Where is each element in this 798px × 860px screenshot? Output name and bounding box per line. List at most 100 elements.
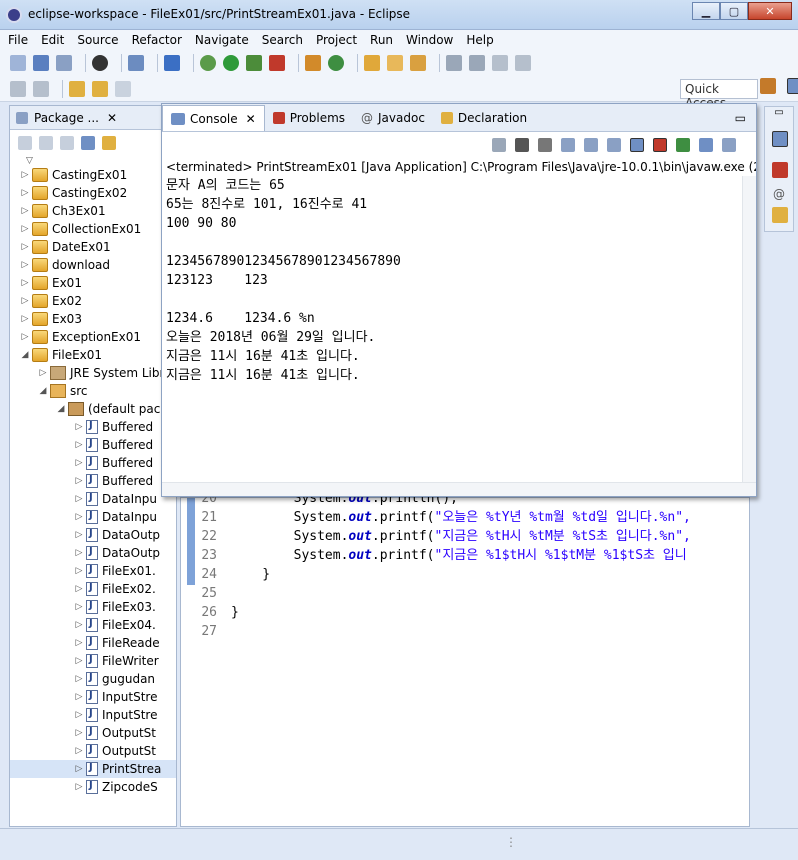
scroll-lock-icon[interactable] bbox=[584, 138, 598, 152]
pin-console-icon[interactable] bbox=[676, 138, 690, 152]
console-icon[interactable] bbox=[772, 131, 788, 147]
expand-arrow-icon[interactable]: ▷ bbox=[20, 170, 30, 180]
collapse-all-icon[interactable] bbox=[81, 136, 95, 150]
tree-item[interactable]: ▷ DataInpu bbox=[10, 508, 176, 526]
restore-icon[interactable]: ▭ bbox=[765, 107, 793, 125]
menu-project[interactable]: Project bbox=[316, 33, 357, 47]
next-annotation-icon[interactable] bbox=[10, 80, 26, 97]
up-icon[interactable] bbox=[60, 136, 74, 150]
back-icon[interactable] bbox=[18, 136, 32, 150]
tree-item[interactable]: ▷ CollectionEx01 bbox=[10, 220, 176, 238]
word-wrap-icon[interactable] bbox=[607, 138, 621, 152]
expand-arrow-icon[interactable]: ▷ bbox=[74, 458, 84, 468]
tree-item[interactable]: ▷ CastingEx01 bbox=[10, 166, 176, 184]
save-all-icon[interactable] bbox=[56, 55, 72, 71]
display-selected-console-icon[interactable] bbox=[699, 138, 713, 152]
tree-item[interactable]: ▷ FileReade bbox=[10, 634, 176, 652]
menu-refactor[interactable]: Refactor bbox=[132, 33, 182, 47]
expand-arrow-icon[interactable]: ▷ bbox=[20, 260, 30, 270]
declaration-icon[interactable] bbox=[772, 207, 788, 223]
last-edit-location-icon[interactable] bbox=[69, 80, 85, 97]
view-menu-icon[interactable]: ▽ bbox=[10, 156, 176, 166]
terminate-icon[interactable] bbox=[492, 138, 506, 152]
expand-arrow-icon[interactable]: ▷ bbox=[20, 224, 30, 234]
new-java-class-icon[interactable] bbox=[328, 55, 344, 71]
toggle-mark-occurrences-icon[interactable] bbox=[446, 55, 462, 71]
tree-item[interactable]: ▷ PrintStrea bbox=[10, 760, 176, 778]
tree-item[interactable]: ▷ Buffered bbox=[10, 436, 176, 454]
tree-item[interactable]: ◢ (default pac bbox=[10, 400, 176, 418]
menu-window[interactable]: Window bbox=[406, 33, 453, 47]
tree-item[interactable]: ▷ OutputSt bbox=[10, 724, 176, 742]
console-vertical-scrollbar[interactable] bbox=[742, 176, 756, 482]
remove-launch-icon[interactable] bbox=[515, 138, 529, 152]
tree-item[interactable]: ▷ Buffered bbox=[10, 418, 176, 436]
close-icon[interactable]: ✕ bbox=[246, 112, 256, 126]
tree-item[interactable]: ▷ OutputSt bbox=[10, 742, 176, 760]
debug-icon[interactable] bbox=[200, 55, 216, 71]
expand-arrow-icon[interactable]: ▷ bbox=[74, 584, 84, 594]
expand-arrow-icon[interactable]: ◢ bbox=[56, 404, 66, 414]
tree-item[interactable]: ▷ FileEx01. bbox=[10, 562, 176, 580]
tree-item[interactable]: ▷ gugudan bbox=[10, 670, 176, 688]
previous-annotation-icon[interactable] bbox=[33, 80, 49, 97]
tree-item[interactable]: ▷ Buffered bbox=[10, 472, 176, 490]
tree-item[interactable]: ▷ Ex01 bbox=[10, 274, 176, 292]
expand-arrow-icon[interactable]: ▷ bbox=[20, 206, 30, 216]
new-icon[interactable] bbox=[10, 55, 26, 71]
package-explorer-tab[interactable]: Package ... ✕ bbox=[10, 106, 176, 130]
minimize-view-icon[interactable]: ▭ bbox=[725, 105, 756, 131]
expand-arrow-icon[interactable]: ◢ bbox=[20, 350, 30, 360]
expand-arrow-icon[interactable]: ▷ bbox=[74, 512, 84, 522]
search-icon[interactable] bbox=[410, 55, 426, 71]
user-icon[interactable] bbox=[92, 55, 108, 71]
tree-item[interactable]: ▷ FileWriter bbox=[10, 652, 176, 670]
tree-item[interactable]: ▷ CastingEx02 bbox=[10, 184, 176, 202]
expand-arrow-icon[interactable]: ▷ bbox=[20, 242, 30, 252]
show-console-on-error-icon[interactable] bbox=[653, 138, 667, 152]
expand-arrow-icon[interactable]: ▷ bbox=[74, 692, 84, 702]
expand-arrow-icon[interactable]: ▷ bbox=[74, 602, 84, 612]
expand-arrow-icon[interactable]: ▷ bbox=[74, 530, 84, 540]
expand-arrow-icon[interactable]: ▷ bbox=[74, 548, 84, 558]
expand-arrow-icon[interactable]: ▷ bbox=[74, 782, 84, 792]
run-icon[interactable] bbox=[223, 55, 239, 71]
external-tools-icon[interactable] bbox=[269, 55, 285, 71]
close-icon[interactable]: ✕ bbox=[107, 111, 117, 125]
tree-item[interactable]: ▷ FileEx02. bbox=[10, 580, 176, 598]
expand-arrow-icon[interactable]: ▷ bbox=[20, 278, 30, 288]
tree-item[interactable]: ▷ FileEx04. bbox=[10, 616, 176, 634]
problems-icon[interactable] bbox=[772, 162, 788, 178]
expand-arrow-icon[interactable]: ▷ bbox=[74, 764, 84, 774]
open-console-icon[interactable] bbox=[722, 138, 736, 152]
tree-item[interactable]: ▷ ExceptionEx01 bbox=[10, 328, 176, 346]
tab-problems[interactable]: Problems bbox=[265, 105, 353, 131]
link-with-editor-icon[interactable] bbox=[102, 136, 116, 150]
expand-arrow-icon[interactable]: ▷ bbox=[74, 620, 84, 630]
minimize-button[interactable]: ▁ bbox=[692, 2, 720, 20]
debug-skip-icon[interactable] bbox=[164, 55, 180, 71]
expand-arrow-icon[interactable]: ▷ bbox=[74, 746, 84, 756]
console-output[interactable]: 문자 A의 코드는 65 65는 8진수로 101, 16진수로 41 100 90… bbox=[162, 176, 756, 385]
expand-arrow-icon[interactable]: ▷ bbox=[74, 494, 84, 504]
tree-item[interactable]: ▷ Ex02 bbox=[10, 292, 176, 310]
expand-arrow-icon[interactable]: ▷ bbox=[74, 656, 84, 666]
java-perspective-icon[interactable] bbox=[787, 78, 798, 94]
expand-arrow-icon[interactable]: ▷ bbox=[74, 638, 84, 648]
maximize-button[interactable]: ▢ bbox=[720, 2, 748, 20]
show-console-on-output-icon[interactable] bbox=[630, 138, 644, 152]
menu-source[interactable]: Source bbox=[77, 33, 118, 47]
expand-arrow-icon[interactable]: ◢ bbox=[38, 386, 48, 396]
save-icon[interactable] bbox=[33, 55, 49, 71]
tree-item[interactable]: ▷ download bbox=[10, 256, 176, 274]
block-selection-icon[interactable] bbox=[492, 55, 508, 71]
tab-javadoc[interactable]: @ Javadoc bbox=[353, 105, 433, 131]
tab-declaration[interactable]: Declaration bbox=[433, 105, 535, 131]
expand-arrow-icon[interactable]: ▷ bbox=[74, 566, 84, 576]
console-horizontal-scrollbar[interactable] bbox=[162, 482, 756, 496]
menu-search[interactable]: Search bbox=[262, 33, 303, 47]
clear-console-icon[interactable] bbox=[561, 138, 575, 152]
expand-arrow-icon[interactable]: ▷ bbox=[74, 710, 84, 720]
code-editor[interactable]: 20 System.out.println(); 21 System.out.pr… bbox=[180, 491, 750, 827]
tree-item[interactable]: ▷ DataOutp bbox=[10, 526, 176, 544]
